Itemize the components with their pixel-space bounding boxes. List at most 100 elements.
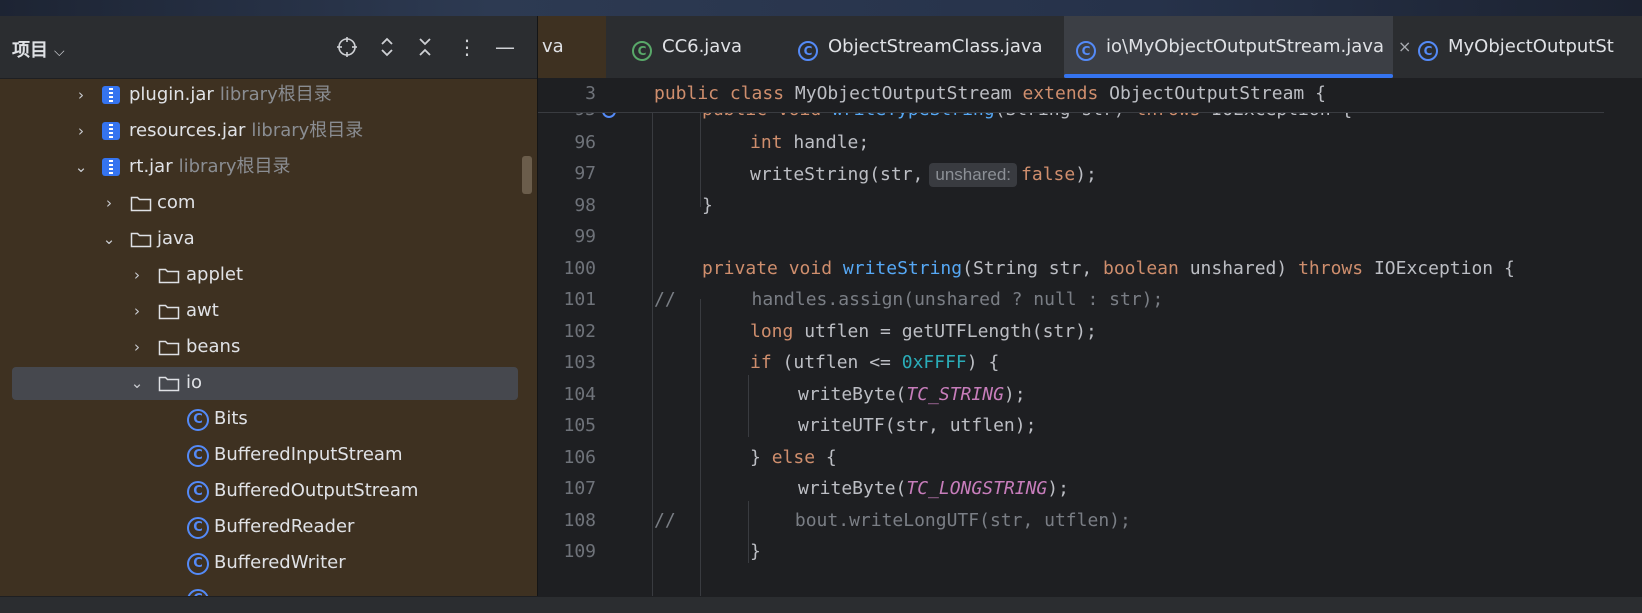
code-line: public class MyObjectOutputStream extend… — [654, 83, 1326, 104]
code-editor[interactable]: 3 public class MyObjectOutputStream exte… — [538, 79, 1642, 596]
class-icon: C — [187, 409, 209, 431]
tree-item-label: BufferedWriter — [214, 552, 346, 573]
project-view-selector[interactable]: 项目 ⌵ — [12, 36, 65, 62]
tab-myobjectoutputstream[interactable]: C MyObjectOutputSt — [1406, 16, 1626, 78]
tree-item-label: BufferedInputStream — [214, 444, 403, 465]
tree-item-bufferedoutputstream[interactable]: C BufferedOutputStream — [0, 474, 537, 508]
tree-item-bits[interactable]: C Bits — [0, 402, 537, 436]
folder-icon — [130, 196, 152, 212]
indent-guide — [700, 299, 701, 596]
tree-item-hint: library根目录 — [219, 84, 332, 105]
line-number: 107 — [563, 478, 596, 499]
tree-item-bufferedwriter[interactable]: C BufferedWriter — [0, 546, 537, 580]
chevron-down-icon[interactable]: ⌄ — [129, 366, 145, 400]
indent-guide — [652, 109, 653, 596]
tree-item-hint: library根目录 — [251, 120, 364, 141]
hide-panel-icon[interactable]: — — [490, 32, 520, 62]
tab-label: MyObjectOutputSt — [1448, 36, 1614, 57]
tree-item-awt[interactable]: › awt — [0, 294, 537, 328]
tree-item-partial[interactable]: C — [0, 582, 537, 596]
line-number: 99 — [574, 226, 596, 247]
sidebar-scrollbar[interactable] — [522, 156, 532, 194]
line-number: 109 — [563, 541, 596, 562]
status-bar — [0, 596, 1642, 613]
code-line: } — [702, 195, 713, 216]
tree-item-label: rt.jar — [129, 156, 173, 177]
tree-item-com[interactable]: › com — [0, 186, 537, 220]
tab-myobjectoutputstream-io[interactable]: Cio\MyObjectOutputStream.java × — [1064, 16, 1411, 78]
chevron-down-icon: ⌵ — [54, 44, 65, 60]
tree-item-label: beans — [186, 336, 241, 357]
locate-icon[interactable] — [332, 32, 362, 62]
project-title: 项目 — [12, 40, 48, 61]
tree-item-label: plugin.jar — [129, 84, 214, 105]
code-line: long utflen = getUTFLength(str); — [750, 321, 1097, 342]
tree-item-io[interactable]: ⌄ io — [0, 366, 537, 400]
line-number: 100 — [563, 258, 596, 279]
parameter-hint: unshared: — [929, 163, 1018, 187]
tree-item-label: io — [186, 372, 203, 393]
class-icon: C — [187, 517, 209, 539]
tree-item-label: BufferedReader — [214, 516, 355, 537]
line-number: 98 — [574, 195, 596, 216]
collapse-all-icon[interactable] — [410, 32, 440, 62]
tree-item-label: java — [157, 228, 195, 249]
class-icon: C — [187, 445, 209, 467]
chevron-right-icon[interactable]: › — [101, 186, 117, 220]
tree-item-beans[interactable]: › beans — [0, 330, 537, 364]
code-line: } else { — [750, 447, 837, 468]
line-number: 96 — [574, 132, 596, 153]
line-number: 108 — [563, 510, 596, 531]
class-run-icon: C — [632, 41, 652, 61]
code-line: if (utflen <= 0xFFFF) { — [750, 352, 1000, 373]
class-icon: C — [187, 553, 209, 575]
tab-objectstreamclass[interactable]: C ObjectStreamClass.java — [786, 16, 1055, 78]
chevron-right-icon[interactable]: › — [129, 258, 145, 292]
jar-icon — [102, 86, 120, 104]
expand-all-icon[interactable] — [372, 32, 402, 62]
code-line: // handles.assign(unshared ? null : str)… — [654, 289, 1164, 310]
tree-item-hint: library根目录 — [178, 156, 291, 177]
line-number: 101 — [563, 289, 596, 310]
window-top-strip — [0, 0, 1642, 16]
tree-item-bufferedinputstream[interactable]: C BufferedInputStream — [0, 438, 537, 472]
tree-item-label: com — [157, 192, 196, 213]
more-options-icon[interactable]: ⋮ — [452, 32, 482, 62]
project-sidebar: 项目 ⌵ ⋮ — › plugin.jar library根目录 › resourc… — [0, 16, 537, 596]
indent-guide — [748, 375, 749, 437]
class-icon: C — [187, 589, 209, 596]
line-number: 105 — [563, 415, 596, 436]
chevron-right-icon[interactable]: › — [73, 114, 89, 148]
sticky-header[interactable]: 3 public class MyObjectOutputStream exte… — [538, 79, 1604, 113]
code-line: private void writeString(String str, boo… — [702, 258, 1515, 279]
editor-tab-bar: va C CC6.java C ObjectStreamClass.java Cio… — [538, 16, 1642, 79]
jar-icon — [102, 158, 120, 176]
tree-item-label: awt — [186, 300, 219, 321]
tree-item-resources-jar[interactable]: › resources.jar library根目录 — [0, 114, 537, 148]
code-line: writeUTF(str, utflen); — [798, 415, 1037, 436]
folder-icon — [158, 268, 180, 284]
tab-label: CC6.java — [662, 36, 743, 57]
tree-item-bufferedreader[interactable]: C BufferedReader — [0, 510, 537, 544]
chevron-down-icon[interactable]: ⌄ — [73, 150, 89, 184]
line-number: 102 — [563, 321, 596, 342]
tab-cc6[interactable]: C CC6.java — [620, 16, 754, 78]
chevron-right-icon[interactable]: › — [129, 330, 145, 364]
tree-item-label: Bits — [214, 408, 248, 429]
indent-guide — [700, 113, 701, 207]
code-line: writeString(str, unshared: false); — [750, 163, 1097, 187]
selection-highlight — [12, 367, 518, 400]
tab-label: io\MyObjectOutputStream.java — [1106, 36, 1384, 57]
tree-item-applet[interactable]: › applet — [0, 258, 537, 292]
tab-partial[interactable]: va — [538, 16, 606, 78]
class-icon: C — [187, 481, 209, 503]
tree-item-java[interactable]: ⌄ java — [0, 222, 537, 256]
code-line: writeByte(TC_LONGSTRING); — [798, 478, 1069, 499]
chevron-down-icon[interactable]: ⌄ — [101, 222, 117, 256]
tree-item-rt-jar[interactable]: ⌄ rt.jar library根目录 — [0, 150, 537, 184]
tree-item-plugin-jar[interactable]: › plugin.jar library根目录 — [0, 78, 537, 112]
tree-item-label: resources.jar — [129, 120, 246, 141]
folder-icon — [158, 376, 180, 392]
chevron-right-icon[interactable]: › — [129, 294, 145, 328]
chevron-right-icon[interactable]: › — [73, 78, 89, 112]
